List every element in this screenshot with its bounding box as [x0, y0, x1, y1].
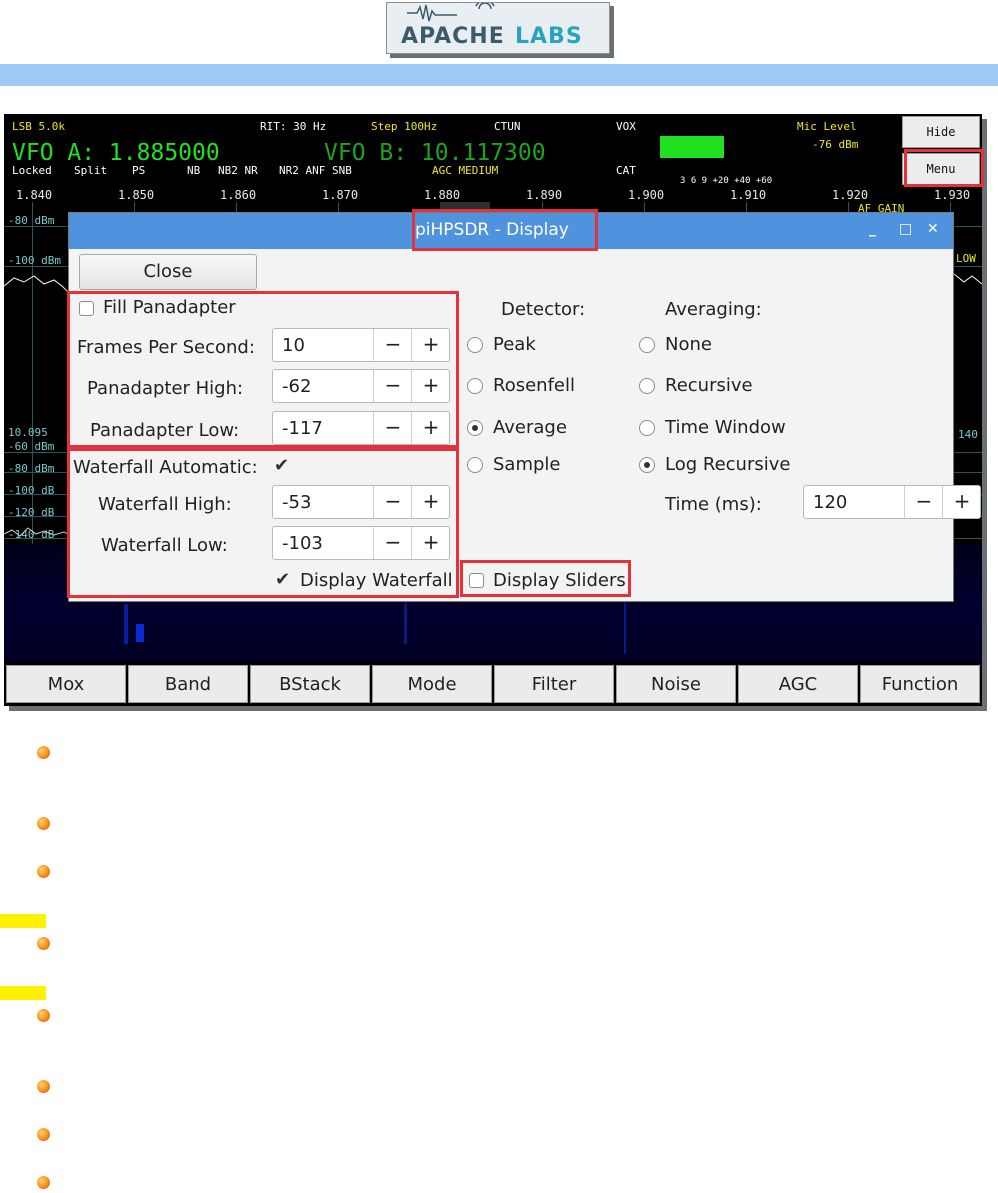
- agc-button[interactable]: AGC: [738, 665, 858, 703]
- wf-freq-label: 10.095: [8, 426, 48, 439]
- detector-peak-radio[interactable]: [467, 337, 483, 353]
- ps-label: PS: [132, 164, 146, 177]
- averaging-recursive-radio[interactable]: [639, 378, 655, 394]
- bullet-icon: [37, 1080, 50, 1093]
- step-label[interactable]: Step 100Hz: [371, 120, 437, 133]
- mic-db-label: -76 dBm: [812, 138, 859, 151]
- detector-heading: Detector:: [501, 299, 586, 320]
- agc-label: AGC MEDIUM: [432, 164, 499, 177]
- wf-right-label: 140: [958, 428, 978, 441]
- averaging-time-window-label: Time Window: [665, 417, 786, 438]
- db-label: -80 dBm: [8, 214, 55, 227]
- freq-tick: 1.920: [832, 188, 869, 202]
- vfo-b-display[interactable]: VFO B: 10.117300: [324, 140, 546, 166]
- vfo-a-display[interactable]: VFO A: 1.885000: [12, 140, 220, 166]
- averaging-none-radio[interactable]: [639, 337, 655, 353]
- averaging-log-recursive-radio[interactable]: [639, 457, 655, 473]
- bullet-icon: [37, 865, 50, 878]
- maximize-icon[interactable]: □: [899, 221, 912, 237]
- freq-tick: 1.890: [526, 188, 563, 202]
- mox-button[interactable]: Mox: [6, 665, 126, 703]
- close-button[interactable]: Close: [79, 254, 257, 290]
- freq-tick: 1.880: [424, 188, 461, 202]
- detector-rosenfell-radio[interactable]: [467, 378, 483, 394]
- freq-tick: 1.840: [16, 188, 53, 202]
- averaging-recursive-label: Recursive: [665, 375, 753, 396]
- cat-label: CAT: [616, 164, 636, 177]
- bullet-icon: [37, 1128, 50, 1141]
- freq-tick: 1.850: [118, 188, 155, 202]
- ctun-label: CTUN: [494, 120, 521, 133]
- freq-tick: 1.910: [730, 188, 767, 202]
- filter-button[interactable]: Filter: [494, 665, 614, 703]
- detector-peak-label: Peak: [493, 334, 536, 355]
- time-ms-spinner[interactable]: 120 − +: [803, 485, 981, 519]
- averaging-log-recursive-label: Log Recursive: [665, 454, 791, 475]
- bullet-icon: [37, 1176, 50, 1189]
- yellow-highlight: [0, 986, 46, 1000]
- band-button[interactable]: Band: [128, 665, 248, 703]
- bstack-button[interactable]: BStack: [250, 665, 370, 703]
- db-label: -120 dB: [8, 506, 55, 519]
- apache-labs-logo: APACHE LABS: [386, 2, 610, 54]
- db-label: -60 dBm: [8, 440, 55, 453]
- nb-label: NB: [187, 164, 201, 177]
- averaging-none-label: None: [665, 334, 712, 355]
- noise-button[interactable]: Noise: [616, 665, 736, 703]
- logo-text: APACHE: [401, 24, 505, 49]
- menu-highlight: [904, 149, 984, 187]
- detector-average-label: Average: [493, 417, 567, 438]
- time-ms-value[interactable]: 120: [813, 492, 847, 513]
- mic-level-label: Mic Level: [797, 120, 857, 133]
- mode-filter-label: LSB 5.0k: [12, 120, 65, 133]
- meter-scale: 3 6 9 +20 +40 +60: [680, 176, 773, 186]
- bullet-icon: [37, 937, 50, 950]
- waterfall-highlight: [67, 448, 459, 598]
- svg-text:LABS: LABS: [515, 24, 583, 49]
- db-label: -80 dBm: [8, 462, 55, 475]
- function-button[interactable]: Function: [860, 665, 980, 703]
- averaging-heading: Averaging:: [665, 299, 762, 320]
- minimize-icon[interactable]: _: [869, 221, 876, 237]
- freq-tick: 1.870: [322, 188, 359, 202]
- split-label: Split: [74, 164, 108, 177]
- freq-tick: 1.930: [934, 188, 971, 202]
- close-window-icon[interactable]: ✕: [927, 221, 939, 237]
- detector-sample-radio[interactable]: [467, 457, 483, 473]
- averaging-time-window-radio[interactable]: [639, 420, 655, 436]
- vox-label: VOX: [616, 120, 636, 133]
- hide-button[interactable]: Hide: [902, 116, 980, 148]
- header-band: [0, 64, 998, 86]
- mic-meter-bar: [660, 136, 724, 158]
- detector-average-radio[interactable]: [467, 420, 483, 436]
- nb2-nr-label: NB2 NR: [218, 164, 258, 177]
- nr2-anf-snb-label: NR2 ANF SNB: [279, 164, 352, 177]
- db-label: -100 dB: [8, 484, 55, 497]
- minus-icon[interactable]: −: [904, 486, 943, 518]
- plus-icon[interactable]: +: [942, 486, 981, 518]
- mode-button[interactable]: Mode: [372, 665, 492, 703]
- detector-sample-label: Sample: [493, 454, 561, 475]
- title-highlight: [412, 209, 598, 251]
- time-ms-label: Time (ms):: [665, 494, 762, 515]
- freq-tick: 1.900: [628, 188, 665, 202]
- rit-label: RIT: 30 Hz: [260, 120, 327, 133]
- bullet-icon: [37, 817, 50, 830]
- freq-tick: 1.860: [220, 188, 257, 202]
- locked-label: Locked: [12, 164, 52, 177]
- bullet-icon: [37, 746, 50, 759]
- yellow-highlight: [0, 914, 46, 928]
- panadapter-highlight: [67, 291, 459, 448]
- sliders-highlight: [460, 560, 631, 597]
- detector-rosenfell-label: Rosenfell: [493, 375, 575, 396]
- bullet-icon: [37, 1009, 50, 1022]
